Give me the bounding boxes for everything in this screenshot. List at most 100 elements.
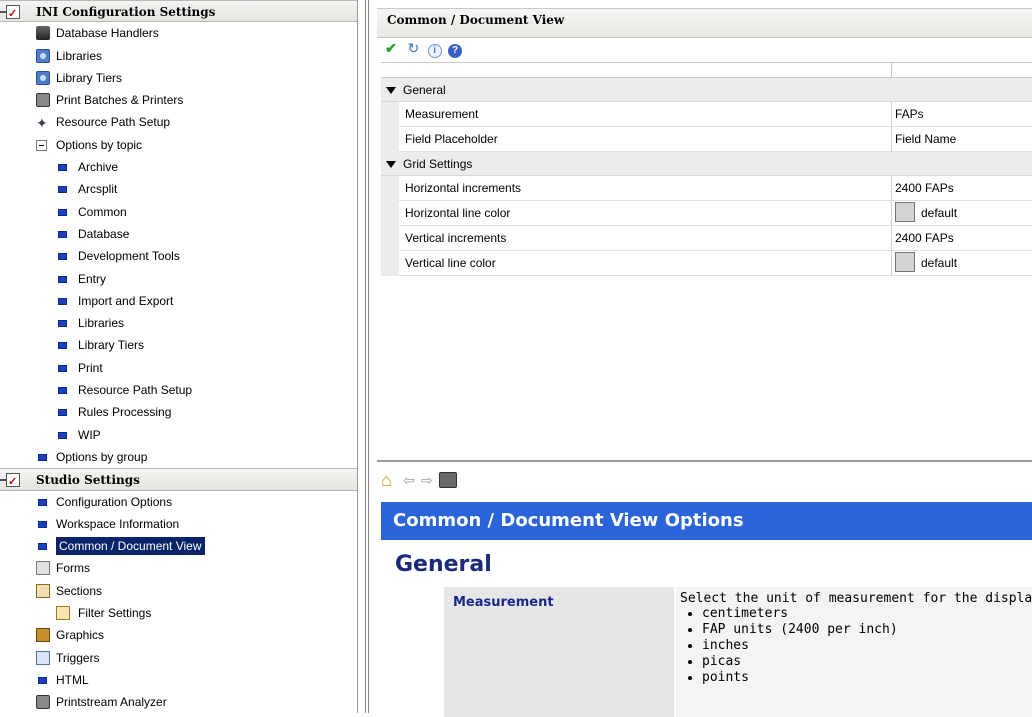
tree-item[interactable]: Print bbox=[0, 357, 357, 379]
topic-square-icon bbox=[58, 320, 67, 328]
tree-item[interactable]: Options by group bbox=[0, 446, 357, 468]
tree-item-label: Common bbox=[78, 204, 127, 219]
printer-icon bbox=[36, 695, 50, 710]
property-row[interactable]: Measurement FAPs bbox=[381, 102, 1032, 127]
tree-item[interactable]: Development Tools bbox=[0, 245, 357, 267]
tree-item[interactable]: HTML bbox=[0, 669, 357, 691]
tree-item-label: Studio Settings bbox=[36, 473, 140, 488]
tree-item[interactable]: Graphics bbox=[0, 624, 357, 646]
topic-square-icon bbox=[38, 498, 47, 506]
refresh-icon[interactable]: ↻ bbox=[405, 40, 421, 56]
property-row[interactable]: Horizontal line color default bbox=[381, 201, 1032, 226]
property-row[interactable]: Vertical increments 2400 FAPs bbox=[381, 226, 1032, 251]
property-value[interactable]: Field Name bbox=[895, 127, 956, 151]
topic-square-icon bbox=[58, 431, 67, 439]
tree-item[interactable]: Filter Settings bbox=[0, 602, 357, 624]
tree-item[interactable]: Common / Document View bbox=[0, 535, 357, 557]
tree-item-label: Forms bbox=[56, 561, 90, 576]
color-swatch[interactable] bbox=[895, 252, 915, 273]
topic-square-icon bbox=[58, 208, 67, 216]
tree-item[interactable]: Forms bbox=[0, 557, 357, 579]
tree-item-label: Printstream Analyzer bbox=[56, 695, 167, 710]
topic-square-icon bbox=[58, 253, 67, 261]
tree-item-label: Rules Processing bbox=[78, 405, 172, 420]
tree-item[interactable]: Import and Export bbox=[0, 290, 357, 312]
tree-item-label: Print Batches & Printers bbox=[56, 93, 184, 108]
tree-section-header[interactable]: INI Configuration Settings bbox=[0, 0, 357, 25]
tree-item-label: HTML bbox=[56, 672, 89, 687]
property-panel: Common / Document View ✔ ↻ i ? General Me… bbox=[377, 0, 1032, 460]
property-category-label: General bbox=[403, 83, 446, 97]
tree-item-label: Options by group bbox=[56, 449, 148, 464]
property-row[interactable]: Horizontal increments 2400 FAPs bbox=[381, 176, 1032, 201]
tree-item[interactable]: Options by topic bbox=[0, 134, 357, 156]
tree-item[interactable]: Library Tiers bbox=[0, 67, 357, 89]
tree-item[interactable]: Workspace Information bbox=[0, 513, 357, 535]
tree-item[interactable]: Configuration Options bbox=[0, 491, 357, 513]
home-icon[interactable]: ⌂ bbox=[381, 470, 392, 490]
tree-item[interactable]: Sections bbox=[0, 580, 357, 602]
property-value[interactable]: FAPs bbox=[895, 102, 924, 126]
property-value[interactable]: 2400 FAPs bbox=[895, 226, 954, 250]
help-description-text: Select the unit of measurement for the d… bbox=[680, 591, 1032, 606]
apply-check-icon[interactable]: ✔ bbox=[383, 40, 399, 56]
tree-item-label: Triggers bbox=[56, 650, 100, 665]
print-icon[interactable] bbox=[439, 472, 457, 488]
tree-item-label: Entry bbox=[78, 271, 107, 286]
help-option-item: centimeters bbox=[702, 606, 1028, 622]
tree-item[interactable]: Resource Path Setup bbox=[0, 379, 357, 401]
tree-item-label: Database bbox=[78, 226, 130, 241]
tree-item[interactable]: Archive bbox=[0, 156, 357, 178]
collapse-minus-icon[interactable] bbox=[36, 139, 47, 151]
graphics-icon bbox=[36, 628, 50, 643]
help-definition-table: Measurement Select the unit of measureme… bbox=[444, 587, 1032, 717]
property-value[interactable]: 2400 FAPs bbox=[895, 176, 954, 200]
back-arrow-icon[interactable]: ⇦ bbox=[403, 470, 415, 490]
help-viewer: ⌂ ⇦ ⇨ Common / Document View Options Gen… bbox=[377, 460, 1032, 717]
tree-item[interactable]: Resource Path Setup bbox=[0, 111, 357, 134]
tree-section-header[interactable]: Studio Settings bbox=[0, 468, 357, 493]
tree-item[interactable]: Library Tiers bbox=[0, 334, 357, 356]
tree-item-label: Import and Export bbox=[78, 293, 174, 308]
property-value-text: 2400 FAPs bbox=[895, 181, 954, 195]
info-icon[interactable]: i bbox=[427, 44, 442, 58]
tree-item[interactable]: Printstream Analyzer bbox=[0, 691, 357, 713]
property-value-text: default bbox=[921, 256, 958, 270]
tree-item[interactable]: Database bbox=[0, 223, 357, 245]
color-swatch[interactable] bbox=[895, 202, 915, 223]
tree-item[interactable]: Entry bbox=[0, 268, 357, 290]
property-value-text: Field Name bbox=[895, 132, 957, 146]
help-icon[interactable]: ? bbox=[448, 44, 463, 58]
property-row[interactable]: Field Placeholder Field Name bbox=[381, 127, 1032, 152]
expand-triangle-icon[interactable] bbox=[386, 87, 396, 94]
property-category[interactable]: General bbox=[381, 78, 1032, 102]
tree-item-label: Graphics bbox=[56, 628, 105, 643]
tree-item[interactable]: Database Handlers bbox=[0, 22, 357, 44]
help-description: Select the unit of measurement for the d… bbox=[676, 587, 1032, 717]
property-category[interactable]: Grid Settings bbox=[381, 152, 1032, 176]
property-row[interactable]: Vertical line color default bbox=[381, 251, 1032, 276]
topic-square-icon bbox=[38, 453, 47, 461]
tree-item[interactable]: Common bbox=[0, 201, 357, 223]
property-value[interactable]: default bbox=[895, 201, 957, 225]
tree-item[interactable]: Print Batches & Printers bbox=[0, 89, 357, 111]
property-row-gutter bbox=[381, 102, 399, 127]
tree-item[interactable]: Libraries bbox=[0, 312, 357, 334]
tree-item[interactable]: Rules Processing bbox=[0, 401, 357, 423]
property-value[interactable]: default bbox=[895, 251, 957, 275]
tree-item[interactable]: Arcsplit bbox=[0, 178, 357, 200]
help-term: Measurement bbox=[444, 587, 674, 717]
property-value-text: 2400 FAPs bbox=[895, 231, 954, 245]
expand-triangle-icon[interactable] bbox=[386, 161, 396, 168]
forward-arrow-icon[interactable]: ⇨ bbox=[421, 470, 433, 490]
tree-item[interactable]: WIP bbox=[0, 424, 357, 446]
sections-icon[interactable] bbox=[36, 583, 50, 598]
filter-icon bbox=[56, 606, 70, 621]
topic-square-icon bbox=[38, 543, 47, 551]
panel-splitter[interactable] bbox=[359, 0, 376, 713]
property-name: Vertical increments bbox=[405, 231, 507, 245]
tree-item[interactable]: Libraries bbox=[0, 45, 357, 67]
property-row-gutter bbox=[381, 127, 399, 152]
tree-item[interactable]: Triggers bbox=[0, 647, 357, 669]
tree-item-label: WIP bbox=[78, 427, 101, 442]
